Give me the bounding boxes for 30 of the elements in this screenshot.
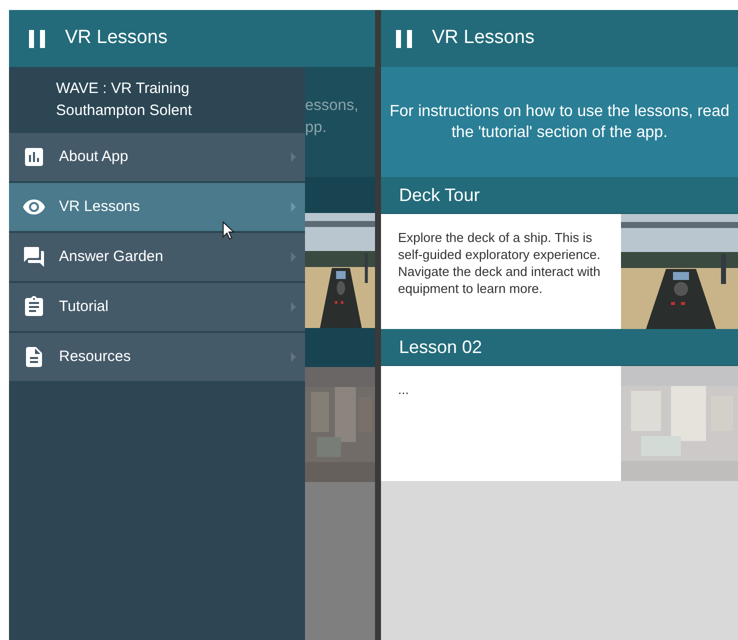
- lesson-description: ...: [397, 381, 410, 399]
- lesson-card[interactable]: Explore the deck of a ship. This is self-guided exploratory experience. Navigate the deck and interact with equipment to learn more.: [381, 214, 738, 329]
- pause-icon[interactable]: [29, 30, 46, 48]
- header-title: VR Lessons: [432, 26, 534, 50]
- chevron-icon: [291, 302, 296, 312]
- chevron-icon: [291, 152, 296, 162]
- menu-item[interactable]: VR Lessons: [9, 183, 305, 231]
- pause-icon[interactable]: [396, 30, 413, 48]
- menu-item[interactable]: About App: [9, 133, 305, 181]
- bar-chart-icon: [22, 145, 46, 169]
- chevron-icon: [291, 352, 296, 362]
- chat-bubbles-icon: [22, 245, 46, 269]
- chevron-icon: [291, 252, 296, 262]
- clipboard-icon: [22, 295, 46, 319]
- lesson-title: Lesson 02: [399, 336, 482, 358]
- header-title: VR Lessons: [65, 26, 168, 50]
- drawer-title: WAVE : VR Training: [56, 79, 190, 99]
- intro-text: For instructions on how to use the lessons, read the 'tutorial' section of the app.: [388, 102, 730, 143]
- menu-item[interactable]: Tutorial: [9, 283, 305, 331]
- covered-text: essons,: [305, 96, 360, 116]
- drawer-subtitle: Southampton Solent: [56, 101, 193, 121]
- lesson-card[interactable]: ...: [381, 366, 738, 481]
- menu-item[interactable]: Resources: [9, 333, 305, 381]
- lesson-description: Explore the deck of a ship. This is self-guided exploratory experience. Navigate the deck and interact with equipment to learn more.: [397, 229, 602, 298]
- chevron-icon: [291, 202, 296, 212]
- lesson-title: Deck Tour: [399, 184, 480, 206]
- section-header-bar: [305, 328, 375, 367]
- covered-text: pp.: [305, 118, 328, 138]
- menu-item[interactable]: Answer Garden: [9, 233, 305, 281]
- cursor-icon: [222, 221, 235, 240]
